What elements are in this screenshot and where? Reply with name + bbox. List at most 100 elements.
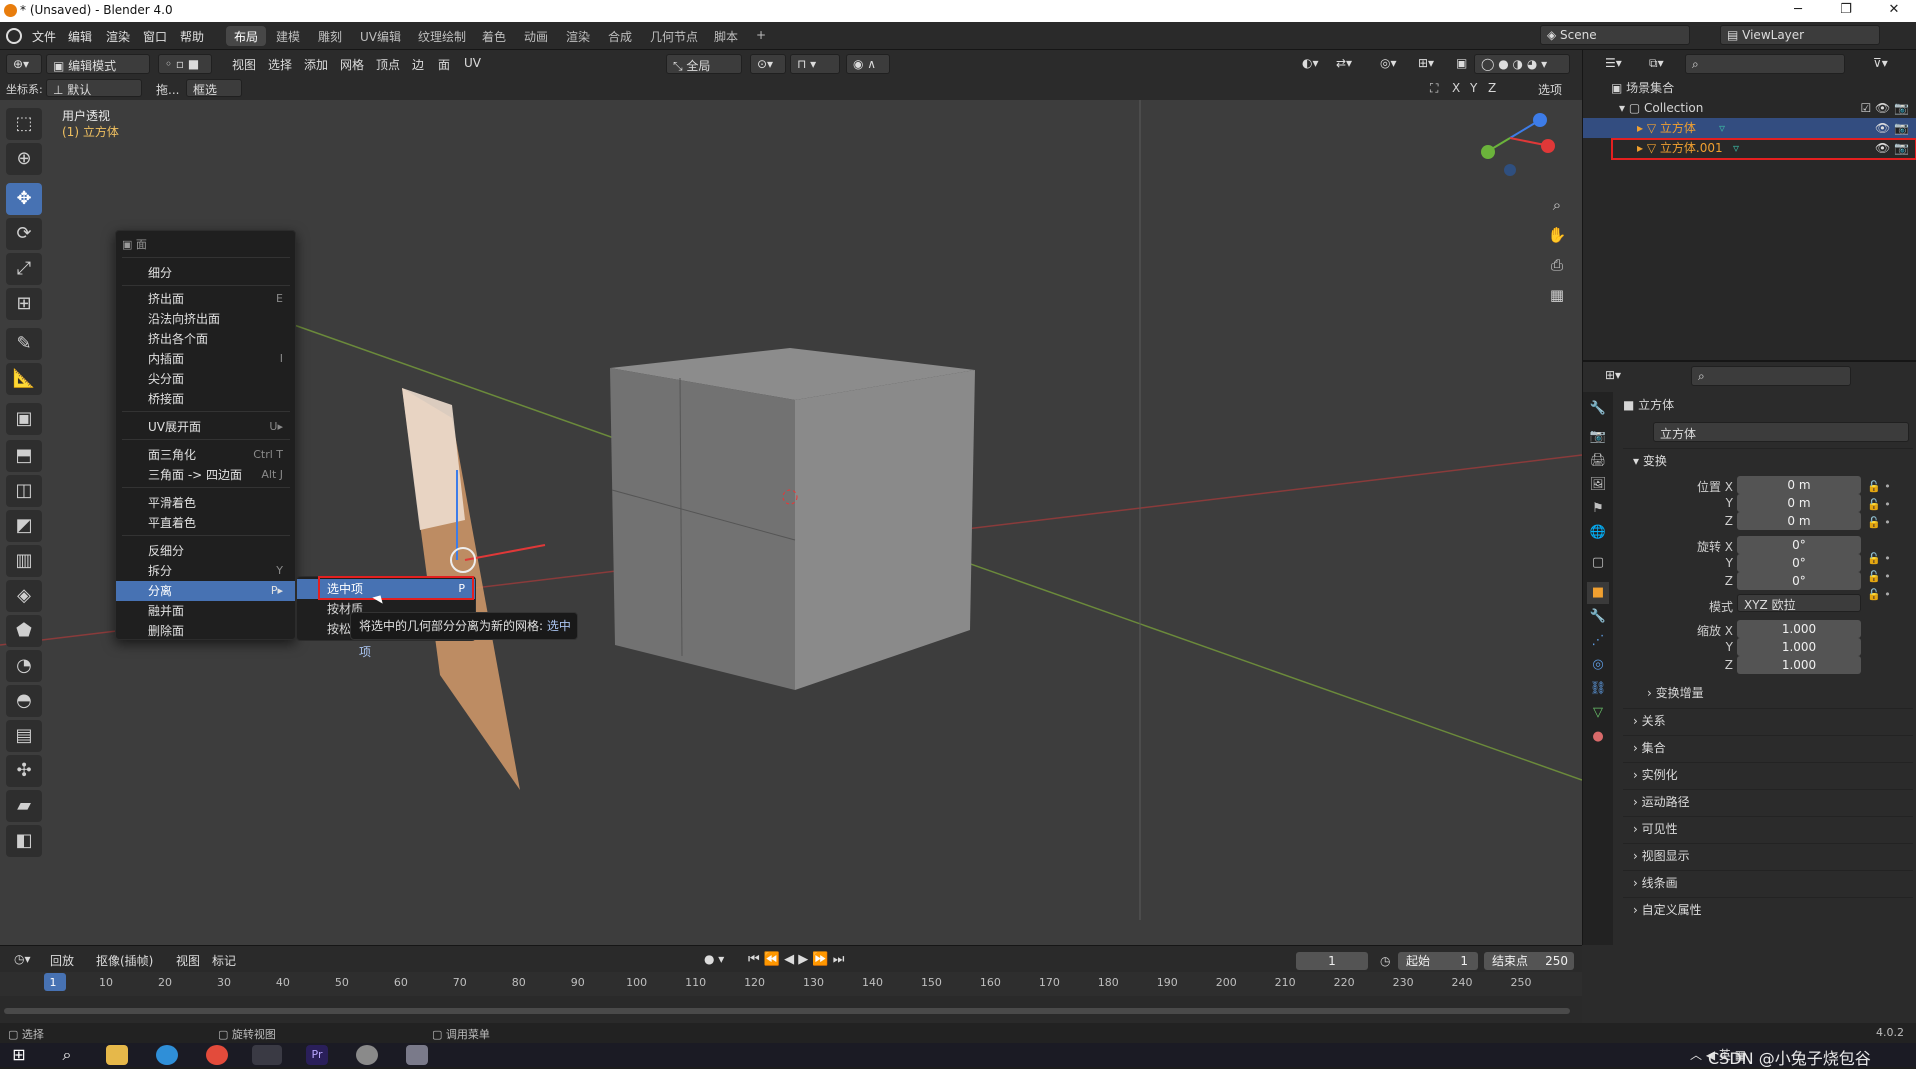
timeline-view-menu[interactable]: 视图 <box>170 950 206 970</box>
close-button[interactable]: ✕ <box>1874 2 1914 20</box>
menu-item-inset[interactable]: 内插面 I <box>116 349 295 369</box>
particles-tab-icon[interactable]: ⋰ <box>1587 630 1609 652</box>
poly-build-icon[interactable]: ⬟ <box>6 615 42 647</box>
render-tab-icon[interactable]: 📷 <box>1587 426 1609 448</box>
mesh-edit-overlay-icon[interactable]: ⊞▾ <box>1412 54 1440 74</box>
scale-icon[interactable]: ⤢ <box>6 253 42 285</box>
menu-item-split[interactable]: 拆分 Y <box>116 561 295 581</box>
menu-face[interactable]: 面 <box>432 54 456 74</box>
object-name-field[interactable]: 立方体 <box>1653 422 1909 442</box>
tab-shading[interactable]: 着色 <box>474 26 514 46</box>
properties-editor-icon[interactable]: ⊞▾ <box>1599 366 1627 386</box>
tab-uv-editing[interactable]: UV编辑 <box>352 26 409 46</box>
rotation-x-field[interactable]: 0° <box>1737 536 1861 554</box>
scene-collection-row[interactable]: ▣ 场景集合 <box>1583 78 1916 98</box>
pivot-icon[interactable]: ⊙▾ <box>750 54 786 74</box>
shading-mode-buttons[interactable]: ◯ ● ◑ ◕ ▾ <box>1474 54 1570 74</box>
marker-menu[interactable]: 标记 <box>206 950 242 970</box>
transform-icon[interactable]: ⊞ <box>6 288 42 320</box>
view-layer-tab-icon[interactable]: 🖼 <box>1587 474 1609 496</box>
gizmo-icon[interactable]: ⇄▾ <box>1330 54 1358 74</box>
menu-item-shade-smooth[interactable]: 平滑着色 <box>116 493 295 513</box>
shear-icon[interactable]: ▰ <box>6 790 42 822</box>
panel-line-art[interactable]: › 线条画 <box>1623 870 1913 894</box>
menu-item-tris-to-quads[interactable]: 三角面 -> 四边面 Alt J <box>116 465 295 485</box>
tab-rendering[interactable]: 渲染 <box>558 26 598 46</box>
menu-help[interactable]: 帮助 <box>180 28 204 45</box>
tab-compositing[interactable]: 合成 <box>600 26 640 46</box>
output-tab-icon[interactable]: 🖨 <box>1587 450 1609 472</box>
menu-item-delete-faces[interactable]: 删除面 <box>116 621 295 641</box>
mirror-axis-y[interactable]: Y <box>1470 81 1477 95</box>
mirror-axis-x[interactable]: X <box>1452 81 1460 95</box>
ortho-grid-icon[interactable]: ▦ <box>1544 282 1570 308</box>
filter-icon[interactable]: ⊽▾ <box>1867 54 1894 74</box>
panel-viewport-display[interactable]: › 视图显示 <box>1623 843 1913 867</box>
menu-item-uv-unwrap[interactable]: UV展开面 U▸ <box>116 417 295 437</box>
move-icon[interactable]: ✥ <box>6 183 42 215</box>
knife-icon[interactable]: ◈ <box>6 580 42 612</box>
tab-layout[interactable]: 布局 <box>226 26 267 46</box>
menu-item-subdivide[interactable]: 细分 <box>116 263 295 283</box>
menu-vertex[interactable]: 顶点 <box>370 54 406 74</box>
file-explorer-icon[interactable] <box>106 1045 128 1065</box>
modifier-tab-icon[interactable]: 🔧 <box>1587 606 1609 628</box>
viewlayer-selector[interactable]: ▤ ViewLayer <box>1720 25 1880 45</box>
menu-item-extrude-individual[interactable]: 挤出各个面 <box>116 329 295 349</box>
chrome-browser-icon[interactable] <box>206 1045 228 1065</box>
menu-item-shade-flat[interactable]: 平直着色 <box>116 513 295 533</box>
camera-icon[interactable]: ⎙ <box>1544 252 1570 278</box>
keying-menu[interactable]: 抠像(插帧) <box>90 950 159 970</box>
scale-z-field[interactable]: 1.000 <box>1737 656 1861 674</box>
outliner-item-cube[interactable]: ▸ ▽ 立方体 ▿ 👁 📷 <box>1583 118 1916 138</box>
tab-texture-paint[interactable]: 纹理绘制 <box>410 26 474 46</box>
outliner-search[interactable]: ⌕ <box>1685 54 1845 74</box>
tab-animation[interactable]: 动画 <box>516 26 556 46</box>
panel-relations[interactable]: › 关系 <box>1623 708 1913 732</box>
visibility-icons[interactable]: 👁 📷 <box>1875 118 1909 138</box>
smooth-icon[interactable]: ◓ <box>6 685 42 717</box>
location-x-field[interactable]: 0 m <box>1737 476 1861 494</box>
current-frame-field[interactable]: 1 <box>1296 952 1368 970</box>
menu-render[interactable]: 渲染 <box>106 28 130 45</box>
world-tab-icon[interactable]: 🌐 <box>1587 522 1609 544</box>
snap-icon[interactable]: ⊓ ▾ <box>790 54 840 74</box>
menu-item-extrude-normals[interactable]: 沿法向挤出面 <box>116 309 295 329</box>
xray-icon[interactable]: ▣ <box>1450 54 1473 74</box>
pan-hand-icon[interactable]: ✋ <box>1544 222 1570 248</box>
lock-icons[interactable]: 🔓 • 🔓 • 🔓 • 🔓 • 🔓 • 🔓 • <box>1867 478 1891 604</box>
panel-visibility[interactable]: › 可见性 <box>1623 816 1913 840</box>
rotate-icon[interactable]: ⟳ <box>6 218 42 250</box>
mode-selector[interactable]: ▣ 编辑模式 <box>46 54 150 74</box>
windows-start-icon[interactable]: ⊞ <box>8 1045 30 1065</box>
location-y-field[interactable]: 0 m <box>1737 494 1861 512</box>
blender-menu-icon[interactable] <box>6 28 22 44</box>
start-frame-field[interactable]: 起始 1 <box>1398 952 1478 970</box>
annotate-icon[interactable]: ✎ <box>6 328 42 360</box>
menu-mesh[interactable]: 网格 <box>334 54 370 74</box>
menu-select[interactable]: 选择 <box>262 54 298 74</box>
menu-window[interactable]: 窗口 <box>143 28 167 45</box>
rotation-mode-select[interactable]: XYZ 欧拉 <box>1737 594 1861 612</box>
shrink-fatten-icon[interactable]: ✣ <box>6 755 42 787</box>
timeline-editor-icon[interactable]: ◷▾ <box>8 950 37 970</box>
menu-item-un-subdivide[interactable]: 反细分 <box>116 541 295 561</box>
menu-view[interactable]: 视图 <box>226 54 262 74</box>
menu-edit[interactable]: 编辑 <box>68 28 92 45</box>
collection-visibility-icons[interactable]: ☑ 👁 📷 <box>1860 98 1909 118</box>
physics-tab-icon[interactable]: ◎ <box>1587 654 1609 676</box>
scale-y-field[interactable]: 1.000 <box>1737 638 1861 656</box>
edge-browser-icon[interactable] <box>156 1045 178 1065</box>
playback-controls-icon[interactable]: ⏮ ⏪ ◀ ▶ ⏩ ⏭ <box>742 950 850 970</box>
menu-item-bridge[interactable]: 桥接面 <box>116 389 295 409</box>
rip-icon[interactable]: ◧ <box>6 825 42 857</box>
end-frame-field[interactable]: 结束点 250 <box>1484 952 1574 970</box>
select-box-selector[interactable]: 框选 <box>186 79 242 97</box>
app-icon-2[interactable] <box>406 1045 428 1065</box>
object-tab-icon[interactable]: ■ <box>1587 582 1609 604</box>
cursor-icon[interactable]: ⊕ <box>6 143 42 175</box>
tab-modeling[interactable]: 建模 <box>268 26 308 46</box>
panel-instancing[interactable]: › 实例化 <box>1623 762 1913 786</box>
record-icon[interactable]: ● ▾ <box>698 950 730 970</box>
menu-item-separate[interactable]: 分离 P▸ <box>116 581 295 601</box>
